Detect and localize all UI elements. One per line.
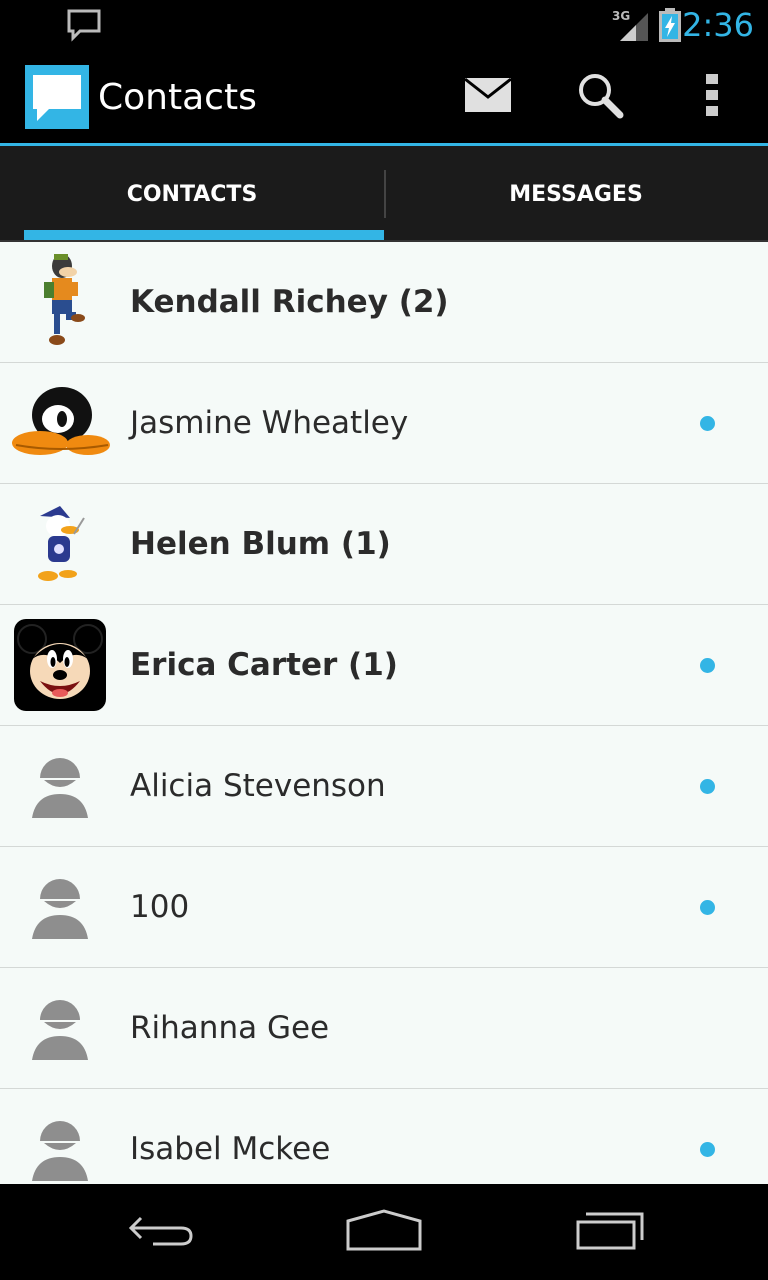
search-button[interactable] bbox=[565, 62, 635, 132]
contact-name: 100 bbox=[130, 889, 190, 925]
contact-name: Alicia Stevenson bbox=[130, 768, 386, 804]
overflow-menu-icon bbox=[705, 73, 719, 122]
contact-name: Kendall Richey (2) bbox=[130, 284, 449, 320]
default-person-avatar bbox=[10, 736, 110, 836]
back-icon bbox=[125, 1210, 195, 1255]
contact-name: Rihanna Gee bbox=[130, 1010, 330, 1046]
unread-indicator-dot bbox=[700, 1142, 715, 1157]
tab-contacts[interactable]: CONTACTS bbox=[0, 146, 384, 242]
battery-charging-icon bbox=[658, 8, 682, 47]
donald-duck-avatar bbox=[10, 494, 110, 594]
action-bar: Contacts bbox=[0, 50, 768, 144]
goofy-avatar bbox=[10, 252, 110, 352]
search-icon bbox=[576, 71, 624, 124]
unread-indicator-dot bbox=[700, 658, 715, 673]
home-icon bbox=[346, 1208, 422, 1256]
contact-row-alicia-stevenson[interactable]: Alicia Stevenson bbox=[0, 726, 768, 847]
recent-apps-icon bbox=[574, 1210, 646, 1255]
signal-icon: 3G bbox=[610, 8, 652, 47]
default-person-avatar bbox=[10, 978, 110, 1078]
recent-apps-button[interactable] bbox=[560, 1202, 660, 1262]
contact-row-rihanna-gee[interactable]: Rihanna Gee bbox=[0, 968, 768, 1089]
tab-bar: CONTACTS MESSAGES bbox=[0, 146, 768, 242]
unread-indicator-dot bbox=[700, 900, 715, 915]
compose-message-button[interactable] bbox=[453, 62, 523, 132]
contact-row-100[interactable]: 100 bbox=[0, 847, 768, 968]
chat-bubble-icon[interactable] bbox=[25, 65, 89, 129]
unread-indicator-dot bbox=[700, 779, 715, 794]
default-person-avatar bbox=[10, 1099, 110, 1184]
status-bar: 3G 2:36 bbox=[0, 0, 768, 50]
contact-row-helen-blum[interactable]: Helen Blum (1) bbox=[0, 484, 768, 605]
mail-icon bbox=[464, 77, 512, 118]
contact-row-isabel-mckee[interactable]: Isabel Mckee bbox=[0, 1089, 768, 1184]
contact-name: Helen Blum (1) bbox=[130, 526, 391, 562]
contact-row-jasmine-wheatley[interactable]: Jasmine Wheatley bbox=[0, 363, 768, 484]
page-title: Contacts bbox=[98, 77, 257, 118]
contact-list[interactable]: Kendall Richey (2) Jasmine Wheatley Hele… bbox=[0, 242, 768, 1184]
tab-messages[interactable]: MESSAGES bbox=[384, 146, 768, 242]
default-person-avatar bbox=[10, 857, 110, 957]
notification-chat-icon bbox=[66, 8, 102, 47]
overflow-menu-button[interactable] bbox=[677, 62, 747, 132]
daffy-duck-avatar bbox=[10, 373, 110, 473]
back-button[interactable] bbox=[110, 1202, 210, 1262]
unread-indicator-dot bbox=[700, 416, 715, 431]
contact-name: Jasmine Wheatley bbox=[130, 405, 409, 441]
contact-name: Isabel Mckee bbox=[130, 1131, 331, 1167]
contact-row-erica-carter[interactable]: Erica Carter (1) bbox=[0, 605, 768, 726]
navigation-bar bbox=[0, 1184, 768, 1280]
contact-row-kendall-richey[interactable]: Kendall Richey (2) bbox=[0, 242, 768, 363]
contact-name: Erica Carter (1) bbox=[130, 647, 398, 683]
mickey-mouse-avatar bbox=[10, 615, 110, 715]
network-type-label: 3G bbox=[612, 9, 630, 23]
status-clock: 2:36 bbox=[682, 6, 754, 44]
home-button[interactable] bbox=[334, 1202, 434, 1262]
